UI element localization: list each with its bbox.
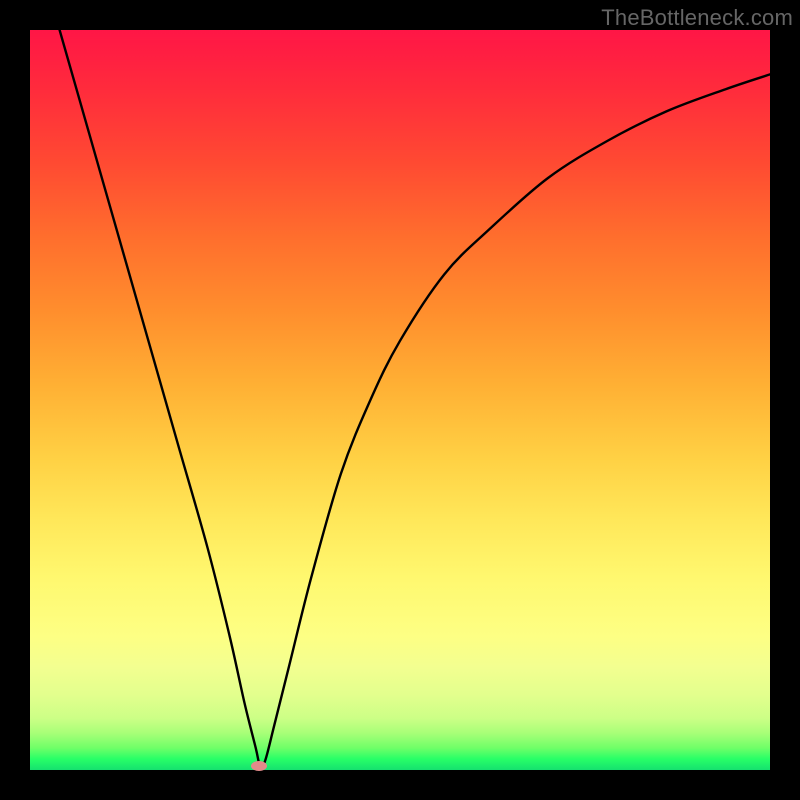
watermark-text: TheBottleneck.com — [601, 5, 793, 31]
optimal-point-marker — [251, 761, 267, 771]
bottleneck-curve — [30, 30, 770, 770]
plot-area — [30, 30, 770, 770]
chart-frame: TheBottleneck.com — [0, 0, 800, 800]
